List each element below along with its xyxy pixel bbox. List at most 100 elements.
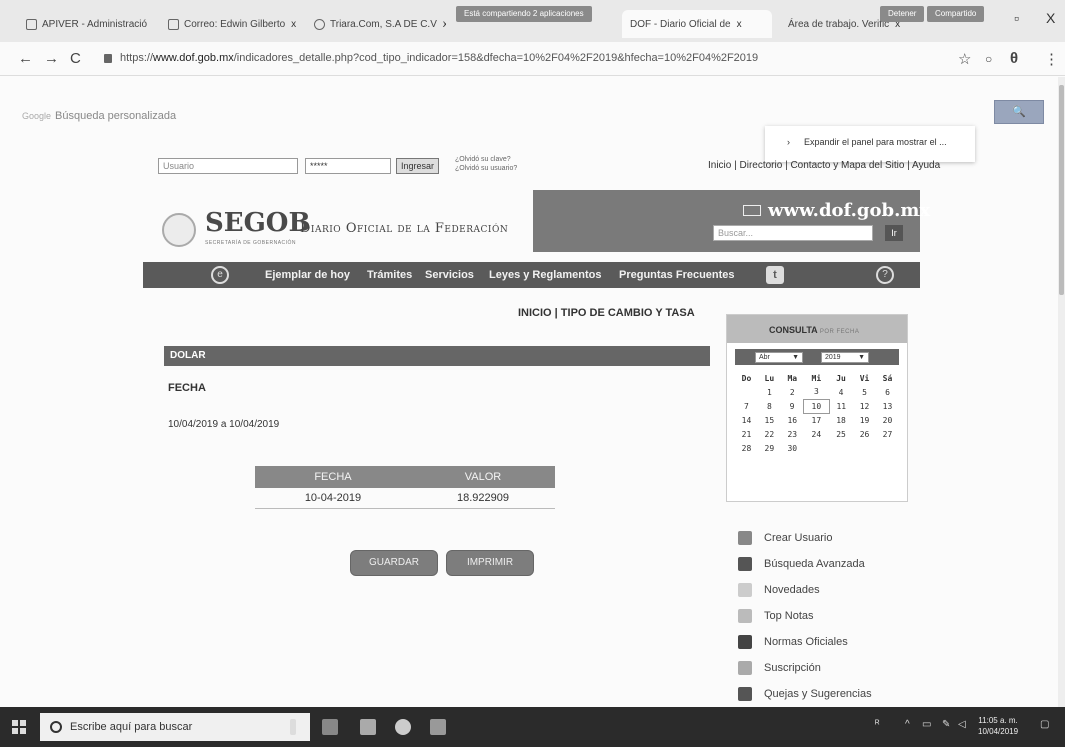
calendar-day[interactable]: 13 xyxy=(876,399,899,413)
calendar-day[interactable]: 25 xyxy=(829,427,853,441)
calendar-day[interactable]: 14 xyxy=(735,413,758,427)
sidebar-item-crear-usuario[interactable]: Crear Usuario xyxy=(738,528,938,548)
password-input[interactable]: ***** xyxy=(305,158,391,174)
calendar-day[interactable]: 10 xyxy=(803,398,830,414)
windows-start-icon[interactable] xyxy=(12,720,26,734)
stop-sharing-button[interactable]: Detener xyxy=(880,6,925,22)
calendar-day[interactable]: 28 xyxy=(735,441,758,455)
calendar-day[interactable]: 12 xyxy=(853,399,876,413)
calendar-day[interactable]: 23 xyxy=(781,427,804,441)
tab-triara[interactable]: Triara.Com, S.A DE C.V x xyxy=(306,10,446,38)
tab-dof[interactable]: DOF - Diario Oficial de x xyxy=(622,10,772,38)
calendar-day[interactable]: 19 xyxy=(853,413,876,427)
calendar-day[interactable]: 2 xyxy=(781,385,804,399)
tab-close-icon[interactable]: x xyxy=(737,19,742,30)
calendar-day[interactable]: 22 xyxy=(758,427,781,441)
top-links[interactable]: Inicio | Directorio | Contacto y Mapa de… xyxy=(708,160,940,171)
twitter-icon[interactable]: t xyxy=(766,266,784,284)
month-select[interactable]: Abr ▼ xyxy=(755,352,803,363)
nav-ejemplar-hoy[interactable]: Ejemplar de hoy xyxy=(265,269,350,281)
calendar-day[interactable]: 6 xyxy=(876,385,899,399)
calendar-day[interactable]: 11 xyxy=(829,399,853,413)
forgot-user-link[interactable]: ¿Olvidó su usuario? xyxy=(455,164,517,173)
close-window-icon[interactable]: X xyxy=(1046,10,1055,26)
calendar-day[interactable]: 4 xyxy=(829,385,853,399)
calendar-day[interactable]: 5 xyxy=(853,385,876,399)
help-icon[interactable]: ? xyxy=(876,266,894,284)
taskbar-clock[interactable]: 11:05 a. m. 10/04/2019 xyxy=(978,715,1018,737)
calendar-day[interactable]: 15 xyxy=(758,413,781,427)
forgot-password-link[interactable]: ¿Olvidó su clave? xyxy=(455,155,517,164)
word-icon[interactable] xyxy=(430,719,446,735)
tab-apiver[interactable]: APIVER - Administració x xyxy=(18,10,153,38)
username-input[interactable]: Usuario xyxy=(158,158,298,174)
rss-icon[interactable] xyxy=(743,205,761,216)
custom-search[interactable]: Google Búsqueda personalizada xyxy=(22,110,176,122)
browser-menu-icon[interactable]: ⋮ xyxy=(1044,50,1059,68)
bookmark-star-icon[interactable]: ☆ xyxy=(958,50,971,68)
sidebar-item-novedades[interactable]: Novedades xyxy=(738,580,938,600)
pen-tray-icon[interactable]: ✎ xyxy=(942,719,950,730)
tab-close-icon[interactable]: x xyxy=(291,19,296,30)
nav-servicios[interactable]: Servicios xyxy=(425,269,474,281)
calendar-day[interactable]: 3 xyxy=(804,385,829,399)
sidebar-item-label: Búsqueda Avanzada xyxy=(764,558,865,570)
sidebar-item-normas-oficiales[interactable]: Normas Oficiales xyxy=(738,632,938,652)
calendar-day[interactable]: 27 xyxy=(876,427,899,441)
people-icon[interactable]: ᴿ xyxy=(875,719,880,730)
extension-icon[interactable]: ○ xyxy=(985,52,992,66)
home-icon[interactable]: e xyxy=(211,266,229,284)
sidebar-item-top-notas[interactable]: Top Notas xyxy=(738,606,938,626)
calendar-day[interactable]: 26 xyxy=(853,427,876,441)
tab-close-icon[interactable]: x xyxy=(443,19,446,30)
nav-preguntas-frecuentes[interactable]: Preguntas Frecuentes xyxy=(619,269,735,281)
calendar-day[interactable]: 30 xyxy=(781,441,804,455)
calendar-day[interactable]: 16 xyxy=(781,413,804,427)
fecha-label: FECHA xyxy=(168,382,206,394)
calendar-day[interactable]: 29 xyxy=(758,441,781,455)
calendar-day[interactable]: 20 xyxy=(876,413,899,427)
tab-correo[interactable]: Correo: Edwin Gilberto x xyxy=(160,10,300,38)
network-icon[interactable]: ▭ xyxy=(922,719,931,730)
calendar-day[interactable]: 24 xyxy=(804,427,829,441)
nav-tramites[interactable]: Trámites xyxy=(367,269,412,281)
page-scrollbar[interactable] xyxy=(1058,77,1065,707)
microphone-icon[interactable] xyxy=(290,719,296,735)
calendar-day[interactable]: 8 xyxy=(758,399,781,413)
sidebar-item-busqueda-avanzada[interactable]: Búsqueda Avanzada xyxy=(738,554,938,574)
taskbar-search-input[interactable]: Escribe aquí para buscar xyxy=(40,713,310,741)
sidebar-item-suscripcion[interactable]: Suscripción xyxy=(738,658,938,678)
calendar-day[interactable]: 21 xyxy=(735,427,758,441)
print-button[interactable]: IMPRIMIR xyxy=(446,550,534,576)
site-search-input[interactable]: Buscar... xyxy=(713,225,873,241)
calendar-day[interactable]: 17 xyxy=(804,413,829,427)
back-icon[interactable]: ← xyxy=(18,50,33,67)
expand-panel-tooltip[interactable]: › Expandir el panel para mostrar el ... xyxy=(765,126,975,162)
url-field[interactable]: https://www.dof.gob.mx/indicadores_detal… xyxy=(120,52,758,64)
search-button[interactable]: 🔍 xyxy=(994,100,1044,124)
nav-leyes-reglamentos[interactable]: Leyes y Reglamentos xyxy=(489,269,602,281)
table-row: 10-04-2019 18.922909 xyxy=(255,488,555,509)
scrollbar-thumb[interactable] xyxy=(1059,85,1064,295)
reload-icon[interactable]: C xyxy=(70,50,81,67)
calendar-day[interactable]: 9 xyxy=(781,399,804,413)
site-search-button[interactable]: Ir xyxy=(885,225,903,241)
profile-icon[interactable]: θ xyxy=(1010,50,1018,67)
calendar-day[interactable]: 1 xyxy=(758,385,781,399)
task-view-icon[interactable] xyxy=(322,719,338,735)
shared-indicator: Compartido xyxy=(927,6,985,22)
chrome-icon[interactable] xyxy=(395,719,411,735)
save-button[interactable]: GUARDAR xyxy=(350,550,438,576)
column-header-valor: VALOR xyxy=(410,466,555,488)
volume-icon[interactable]: ◁ xyxy=(958,719,966,730)
year-select[interactable]: 2019 ▼ xyxy=(821,352,869,363)
calendar-day[interactable]: 7 xyxy=(735,399,758,413)
login-button[interactable]: Ingresar xyxy=(396,158,440,174)
forward-icon[interactable]: → xyxy=(44,50,59,67)
maximize-icon[interactable]: ▫ xyxy=(1014,10,1019,26)
notifications-icon[interactable]: ▢ xyxy=(1040,719,1049,730)
tray-chevron-up-icon[interactable]: ^ xyxy=(905,719,910,730)
sidebar-item-quejas-sugerencias[interactable]: Quejas y Sugerencias xyxy=(738,684,938,704)
file-explorer-icon[interactable] xyxy=(360,719,376,735)
calendar-day[interactable]: 18 xyxy=(829,413,853,427)
